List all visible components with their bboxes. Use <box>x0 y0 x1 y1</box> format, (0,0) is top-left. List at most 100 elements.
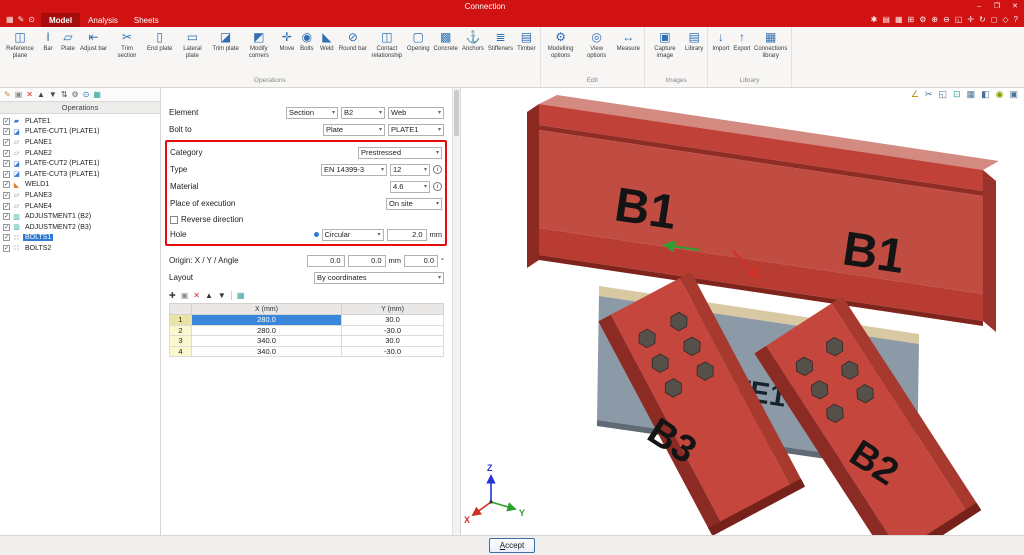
column-x-header[interactable]: X (mm) <box>192 304 342 315</box>
connections-library-button[interactable]: ▦ Connections library <box>753 28 789 60</box>
item-checkbox[interactable] <box>3 181 10 188</box>
help-icon[interactable]: ? <box>1014 13 1018 27</box>
table-row[interactable]: 1 280.0 30.0 <box>170 315 444 326</box>
anchors-button[interactable]: ⚓ Anchors <box>460 28 486 54</box>
hole-shape-select[interactable]: Circular▾ <box>322 229 384 241</box>
adjust-bar-button[interactable]: ⇤ Adjust bar <box>78 28 109 54</box>
timber-button[interactable]: ▤ Timber <box>515 28 537 54</box>
x-value-cell[interactable]: 280.0 <box>192 315 342 326</box>
place-of-execution-select[interactable]: On site▾ <box>386 198 442 210</box>
round-bar-button[interactable]: ⊘ Round bar <box>337 28 369 54</box>
report-icon[interactable]: ▤ <box>882 13 890 27</box>
item-checkbox[interactable] <box>3 234 10 241</box>
y-value-cell[interactable]: 30.0 <box>342 315 444 326</box>
zoom-fit-icon[interactable]: ⊡ <box>953 89 961 100</box>
scrollbar-thumb[interactable] <box>454 90 459 136</box>
row-up-icon[interactable]: ▲ <box>205 291 213 300</box>
stiffeners-button[interactable]: ≣ Stiffeners <box>486 28 515 54</box>
operation-tree-item[interactable]: PLATE-CUT1 (PLATE1) <box>0 127 160 138</box>
row-number-cell[interactable]: 1 <box>170 315 192 326</box>
accept-button[interactable]: Accept <box>489 538 535 553</box>
columns-icon[interactable]: ▦ <box>93 90 101 99</box>
minimize-button[interactable]: – <box>970 0 988 13</box>
trim-plate-button[interactable]: ◪ Trim plate <box>210 28 240 54</box>
move-down-icon[interactable]: ▼ <box>49 90 57 99</box>
ribbon-tab[interactable]: Model <box>41 13 80 27</box>
modify-corners-button[interactable]: ◩ Modify corners <box>241 28 277 60</box>
trim-section-button[interactable]: ✂ Trim section <box>109 28 145 60</box>
item-checkbox[interactable] <box>3 150 10 157</box>
plate-button[interactable]: ▱ Plate <box>58 28 78 54</box>
front-view-icon[interactable]: ◻ <box>991 13 998 27</box>
delete-icon[interactable]: ✕ <box>26 90 33 99</box>
zoom-in-icon[interactable]: ⊕ <box>931 13 938 27</box>
model-canvas[interactable]: PLATE1 B1 B1 <box>461 88 1024 535</box>
origin-y-input[interactable]: 0.0 <box>348 255 386 267</box>
move-up-icon[interactable]: ▲ <box>37 90 45 99</box>
item-checkbox[interactable] <box>3 245 10 252</box>
iso-view-icon[interactable]: ◇ <box>1002 13 1008 27</box>
y-value-cell[interactable]: -30.0 <box>342 346 444 357</box>
bolt-to-target-select[interactable]: PLATE1▾ <box>388 124 444 136</box>
copy-row-icon[interactable]: ▣ <box>181 291 189 300</box>
settings-icon[interactable]: ⚙ <box>919 13 926 27</box>
operation-tree-item[interactable]: PLANE1 <box>0 137 160 148</box>
operation-tree-item[interactable]: PLANE4 <box>0 201 160 212</box>
item-checkbox[interactable] <box>3 171 10 178</box>
search-icon[interactable]: ⊙ <box>28 13 35 27</box>
y-value-cell[interactable]: -30.0 <box>342 325 444 336</box>
rotate-view-icon[interactable]: ↻ <box>979 13 986 27</box>
pan-icon[interactable]: ✛ <box>967 13 974 27</box>
concrete-button[interactable]: ▩ Concrete <box>432 28 460 54</box>
bar-button[interactable]: I Bar <box>38 28 58 54</box>
app-menu-icon[interactable]: ▦ <box>6 13 14 27</box>
delete-row-icon[interactable]: ✕ <box>193 291 200 300</box>
element-part-select[interactable]: Web▾ <box>388 107 444 119</box>
edit-icon[interactable]: ✎ <box>18 13 25 27</box>
item-checkbox[interactable] <box>3 160 10 167</box>
table-row[interactable]: 3 340.0 30.0 <box>170 336 444 347</box>
properties-scrollbar[interactable] <box>452 88 460 535</box>
maximize-button[interactable]: ❐ <box>988 0 1006 13</box>
measure-button[interactable]: ↔ Measure <box>615 28 642 54</box>
import-button[interactable]: ↓ Import <box>710 28 731 54</box>
shaded-view-icon[interactable]: ◧ <box>981 89 990 100</box>
modelling-options-button[interactable]: ⚙ Modelling options <box>543 28 579 60</box>
hole-clearance-input[interactable]: 2.0 <box>387 229 427 241</box>
move-button[interactable]: ✛ Move <box>277 28 297 54</box>
material-info-icon[interactable]: i <box>433 182 442 191</box>
operation-tree-item[interactable]: BOLTS1 <box>0 233 160 244</box>
reference-plane-button[interactable]: ◫ Reference plane <box>2 28 38 60</box>
wizard-icon[interactable]: ✱ <box>871 13 878 27</box>
bolts-button[interactable]: ◉ Bolts <box>297 28 317 54</box>
beam-b1-member[interactable]: B1 B1 <box>527 95 999 332</box>
row-number-cell[interactable]: 2 <box>170 325 192 336</box>
operation-tree-item[interactable]: PLATE1 <box>0 116 160 127</box>
view-options-button[interactable]: ◎ View options <box>579 28 615 60</box>
operation-tree-item[interactable]: BOLTS2 <box>0 243 160 254</box>
ribbon-tab[interactable]: Sheets <box>126 13 167 27</box>
item-checkbox[interactable] <box>3 203 10 210</box>
contact-relationship-button[interactable]: ◫ Contact relationship <box>369 28 405 60</box>
item-checkbox[interactable] <box>3 128 10 135</box>
zoom-out-icon[interactable]: ⊖ <box>943 13 950 27</box>
element-member-select[interactable]: B2▾ <box>341 107 385 119</box>
weld-button[interactable]: ◣ Weld <box>317 28 337 54</box>
operation-tree-item[interactable]: PLATE-CUT2 (PLATE1) <box>0 158 160 169</box>
operation-tree-item[interactable]: ADJUSTMENT1 (B2) <box>0 211 160 222</box>
operation-tree-item[interactable]: ADJUSTMENT2 (B3) <box>0 222 160 233</box>
zoom-all-icon[interactable]: ◱ <box>955 13 963 27</box>
y-value-cell[interactable]: 30.0 <box>342 336 444 347</box>
wireframe-icon[interactable]: ▦ <box>967 89 976 100</box>
end-plate-button[interactable]: ▯ End plate <box>145 28 174 54</box>
close-button[interactable]: ✕ <box>1006 0 1024 13</box>
operation-tree-item[interactable]: PLANE2 <box>0 148 160 159</box>
bolt-standard-select[interactable]: EN 14399-3▾ <box>321 164 387 176</box>
sort-icon[interactable]: ⇅ <box>61 90 68 99</box>
bolt-to-type-select[interactable]: Plate▾ <box>323 124 385 136</box>
origin-angle-input[interactable]: 0.0 <box>404 255 438 267</box>
copy-icon[interactable]: ▣ <box>15 90 23 99</box>
workplane-icon[interactable]: ◱ <box>939 89 948 100</box>
screenshot-icon[interactable]: ▣ <box>1009 89 1018 100</box>
export-button[interactable]: ↑ Export <box>731 28 752 54</box>
